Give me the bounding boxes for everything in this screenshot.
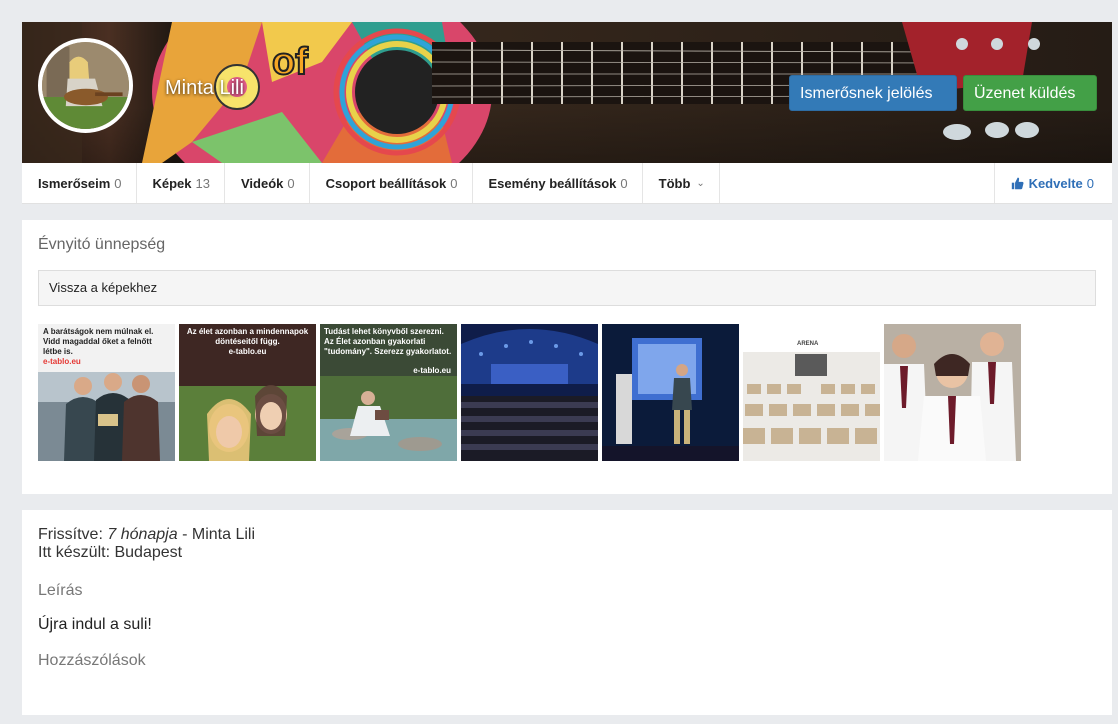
album-panel: Évnyitó ünnepség Vissza a képekhez A bar… xyxy=(22,220,1112,494)
nav-item-event-settings[interactable]: Esemény beállítások 0 xyxy=(473,163,643,203)
like-button[interactable]: Kedvelte 0 xyxy=(993,163,1112,203)
thumbs-up-icon xyxy=(1011,177,1024,189)
photo-thumbnail-6[interactable]: ARENA xyxy=(743,324,880,461)
send-message-button[interactable]: Üzenet küldés xyxy=(963,75,1097,111)
photo-4-image xyxy=(461,324,598,461)
description-label: Leírás xyxy=(38,582,83,599)
photo-3-caption: Tudást lehet könyvből szerezni. Az Élet … xyxy=(324,327,452,356)
photo-thumbnails: A barátságok nem múlnak el. Vidd magadda… xyxy=(38,324,1096,461)
details-panel: Frissítve: 7 hónapja - Minta Lili Itt ké… xyxy=(22,510,1112,715)
location-line: Itt készült: Budapest xyxy=(38,544,183,561)
photo-1-brand: e-tablo.eu xyxy=(43,357,81,366)
back-to-photos-link[interactable]: Vissza a képekhez xyxy=(38,270,1096,306)
nav-item-friends[interactable]: Ismerőseim 0 xyxy=(22,163,137,203)
photo-5-image xyxy=(602,324,739,461)
photo-2-caption: Az élet azonban a mindennapok döntéseitő… xyxy=(186,327,309,356)
photos-count: 13 xyxy=(195,175,210,191)
profile-nav: Ismerőseim 0 Képek 13 Videók 0 Csoport b… xyxy=(22,163,1112,204)
nav-item-videos[interactable]: Videók 0 xyxy=(225,163,310,203)
event-settings-count: 0 xyxy=(620,175,628,191)
photo-1-caption: A barátságok nem múlnak el. Vidd magadda… xyxy=(43,327,154,366)
friends-count: 0 xyxy=(114,175,122,191)
photo-thumbnail-3[interactable]: Tudást lehet könyvből szerezni. Az Élet … xyxy=(320,324,457,461)
photo-thumbnail-7[interactable] xyxy=(884,324,1021,461)
like-count: 0 xyxy=(1086,175,1094,191)
photo-thumbnail-1[interactable]: A barátságok nem múlnak el. Vidd magadda… xyxy=(38,324,175,461)
nav-item-more[interactable]: Több ⌄ xyxy=(643,163,720,203)
page: of Minta Lili Ismerősnek jelölés Üzenet … xyxy=(22,22,1112,715)
updated-by[interactable]: Minta Lili xyxy=(192,526,255,543)
videos-count: 0 xyxy=(287,175,295,191)
cover-photo: of Minta Lili Ismerősnek jelölés Üzenet … xyxy=(22,22,1112,163)
chevron-down-icon: ⌄ xyxy=(696,177,705,189)
photo-thumbnail-4[interactable] xyxy=(461,324,598,461)
photo-2-brand: e-tablo.eu xyxy=(228,347,267,356)
profile-name: Minta Lili xyxy=(165,77,244,99)
avatar[interactable] xyxy=(38,38,133,133)
updated-line: Frissítve: 7 hónapja - Minta Lili xyxy=(38,526,256,543)
add-friend-button[interactable]: Ismerősnek jelölés xyxy=(789,75,957,111)
nav-item-group-settings[interactable]: Csoport beállítások 0 xyxy=(310,163,473,203)
description-text: Újra indul a suli! xyxy=(38,616,152,633)
photo-thumbnail-5[interactable] xyxy=(602,324,739,461)
group-settings-count: 0 xyxy=(450,175,458,191)
photo-thumbnail-2[interactable]: Az élet azonban a mindennapok döntéseitő… xyxy=(179,324,316,461)
photo-3-brand: e-tablo.eu xyxy=(413,366,451,375)
svg-text:of: of xyxy=(272,41,308,83)
avatar-photo xyxy=(42,42,129,129)
comments-label: Hozzászólások xyxy=(38,652,146,669)
photo-7-image xyxy=(884,324,1021,461)
photo-6-sign: ARENA xyxy=(797,341,819,347)
updated-time: 7 hónapja xyxy=(107,526,178,543)
album-title: Évnyitó ünnepség xyxy=(38,236,166,253)
nav-item-photos[interactable]: Képek 13 xyxy=(137,163,225,203)
